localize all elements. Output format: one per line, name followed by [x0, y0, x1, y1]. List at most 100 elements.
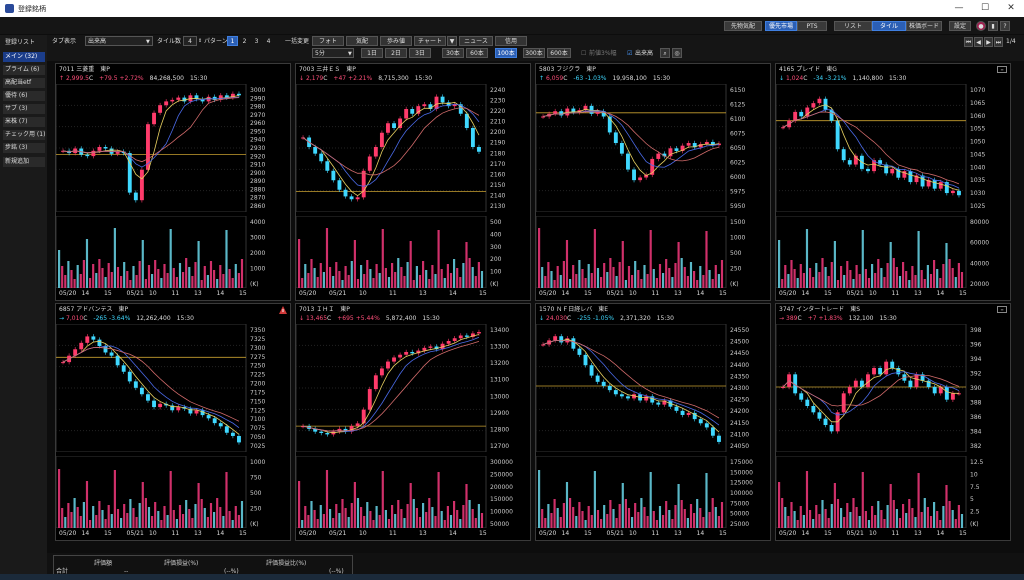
range-60bars-button[interactable]: 60本 [466, 48, 488, 58]
volume-tick-label: 40000 [970, 260, 989, 267]
bookmark-icon[interactable]: ▮ [988, 21, 998, 31]
sidebar-item-prime[interactable]: プライム (6) [3, 65, 45, 75]
chart-dropdown-icon[interactable]: ▼ [447, 36, 457, 46]
item-select-chevron-icon[interactable]: ▼ [146, 37, 150, 47]
stock-board-button[interactable]: 株価ボード [906, 21, 942, 31]
volume-checkbox[interactable]: ☑ [627, 49, 632, 59]
price-chart[interactable]: 7350 7325 7300 7275 7250 7225 72007175 7150 7125… [56, 324, 290, 452]
volume-bar [141, 240, 144, 288]
sidebar-item-main[interactable]: メイン (32) [3, 52, 45, 62]
pattern-4-button[interactable]: 4 [263, 36, 274, 46]
volume-bar [89, 520, 92, 528]
chart-button[interactable]: チャート [414, 36, 446, 46]
zoom-icon[interactable]: ⌕ [660, 48, 670, 58]
tile-quote: ↓ 1,024C -34 -3.21% 1,140,800 15:30 [779, 74, 912, 83]
price-tick-label: 7300 [250, 345, 265, 352]
next-page-icon[interactable]: ▶ [984, 37, 993, 47]
date-tick-label: 14 [216, 530, 225, 537]
pts-button[interactable]: PTS [797, 21, 827, 31]
pattern-3-button[interactable]: 3 [251, 36, 262, 46]
link-icon[interactable]: ● [976, 21, 986, 31]
volume-bar [234, 264, 237, 288]
warning-icon[interactable] [279, 306, 287, 314]
price-chart[interactable]: 30002990 2980297029602950 294029302920 2910… [56, 84, 290, 212]
maximize-button[interactable]: ☐ [972, 0, 998, 17]
volume-bar [341, 499, 344, 528]
add-list-button[interactable]: 新規追加 [3, 157, 45, 167]
sidebar-item-sub[interactable]: サブ (3) [3, 104, 45, 114]
close-button[interactable]: ✕ [998, 0, 1024, 17]
chart-tile[interactable]: 3747 インタートレード 東S → 389C +7 +1.83% 132,100 15:3… [775, 303, 1011, 541]
chart-tile[interactable]: 7013 ＩＨＩ 東P ↓ 13,465C +695 +5.44% 5,872,400 15… [295, 303, 531, 541]
date-tick-label: 15 [719, 290, 727, 297]
minimize-button[interactable]: — [946, 0, 972, 17]
reset-icon[interactable]: ◎ [672, 48, 682, 58]
volume-bar [335, 262, 338, 288]
photo-button[interactable]: フォト [312, 36, 344, 46]
price-tick-label: 7075 [250, 425, 265, 432]
range-1d-button[interactable]: 1日 [361, 48, 383, 58]
range-100bars-button[interactable]: 100本 [495, 48, 517, 58]
range-600bars-button[interactable]: 600本 [547, 48, 571, 58]
margin-button[interactable]: 信用 [495, 36, 527, 46]
tile-menu-icon[interactable]: ≡ [997, 306, 1007, 313]
tile-count-stepper-icon[interactable]: ⇕ [198, 36, 202, 46]
candle [866, 374, 870, 387]
settings-button[interactable]: 設定 [949, 21, 971, 31]
chart-tile[interactable]: 7011 三菱重 東P ↑ 2,999.5C +79.5 +2.72% 84,268,50… [55, 63, 291, 301]
tile-count-input[interactable]: 4 [183, 36, 197, 46]
volume-bar [425, 512, 428, 528]
pattern-1-button[interactable]: 1 [227, 36, 238, 46]
price-change: -265 [93, 315, 108, 322]
price-chart[interactable]: 2240 2230 2220 2210 2200 2190 2180 2170 2160 2150… [296, 84, 530, 212]
futures-quote-button[interactable]: 先物気配 [724, 21, 762, 31]
chart-tile[interactable]: 6857 アドバンテス 東P → 7,010C -265 -3.64% 12,262,40… [55, 303, 291, 541]
price-chart[interactable]: 6150 6125 6100 6075 6050 6025 6000 5975 5950 [536, 84, 770, 212]
chart-tile[interactable]: 7003 三井ＥＳ 東P ↓ 2,179C +47 +2.21% 8,715,300 15:… [295, 63, 531, 301]
news-button[interactable]: ニュース [459, 36, 493, 46]
tile-menu-icon[interactable]: ≡ [997, 66, 1007, 73]
pattern-2-button[interactable]: 2 [239, 36, 250, 46]
chart-tile[interactable]: 4165 プレイド 東G ↓ 1,024C -34 -3.21% 1,140,800 15:… [775, 63, 1011, 301]
sidebar-item-benefits[interactable]: 優待 (6) [3, 91, 45, 101]
volume-bar [618, 504, 621, 528]
range-30bars-button[interactable]: 30本 [442, 48, 464, 58]
prev-page-icon[interactable]: ◀ [974, 37, 983, 47]
priority-market-button[interactable]: 優先市場 [765, 21, 797, 31]
volume-bar [858, 274, 861, 288]
sidebar-item-stock[interactable]: 步銘 (3) [3, 143, 45, 153]
date-axis: 05/20 05/21 10 11 13 14 15 [296, 289, 530, 299]
candle [103, 147, 108, 149]
price-chart[interactable]: 13400 13300 13200 13100 13000 12900 12800 12700 [296, 324, 530, 452]
candle [644, 396, 649, 401]
volume-tick-label: 300000 [490, 459, 513, 466]
ticker-name: インタートレード [796, 306, 845, 313]
first-page-icon[interactable]: ⏮ [964, 37, 973, 47]
sidebar-item-us-stocks[interactable]: 米株 (7) [3, 117, 45, 127]
range-2d-button[interactable]: 2日 [385, 48, 407, 58]
volume-bar [113, 228, 116, 288]
help-icon[interactable]: ? [1000, 21, 1010, 31]
chart-tile[interactable]: 1570 ＮＦ日経レバ 東E ↓ 24,030C -255 -1.05% 2,371,32… [535, 303, 771, 541]
price-chart[interactable]: 1070 1065 1060 1055 1050 1045 1040 1035 1030 1025 [776, 84, 1010, 212]
price-tick-label: 7025 [250, 443, 265, 450]
sidebar-item-high-dividend-etf[interactable]: 高配当etf [3, 78, 45, 88]
prev-close-3pct-checkbox[interactable]: ☐ [581, 49, 586, 59]
tile-view-button[interactable]: タイル [872, 21, 906, 31]
range-3d-button[interactable]: 3日 [409, 48, 431, 58]
sidebar-item-check[interactable]: チェック用 (1) [3, 130, 45, 140]
interval-chevron-icon[interactable]: ▼ [348, 49, 352, 59]
item-select[interactable]: 出来高 [85, 36, 153, 46]
price-chart[interactable]: 24550 24500 24450 24400 24350 24300 24250 24200… [536, 324, 770, 452]
quote-button[interactable]: 気配 [346, 36, 378, 46]
chart-tile[interactable]: 5803 フジクラ 東P ↑ 6,059C -63 -1.03% 19,958,100 15… [535, 63, 771, 301]
date-tick-label: 14 [561, 290, 570, 297]
list-view-button[interactable]: リスト [834, 21, 872, 31]
watchlist-sidebar: 登録リスト メイン (32) プライム (6) 高配当etf 優待 (6) サブ… [0, 35, 47, 580]
last-page-icon[interactable]: ⏭ [994, 37, 1003, 47]
price-chart[interactable]: 398 396 394 392 390 388 386 384 382 [776, 324, 1010, 452]
volume-bar [434, 274, 437, 288]
range-300bars-button[interactable]: 300本 [523, 48, 545, 58]
volume-bar [662, 515, 665, 528]
time-and-sales-button[interactable]: 歩み値 [380, 36, 412, 46]
